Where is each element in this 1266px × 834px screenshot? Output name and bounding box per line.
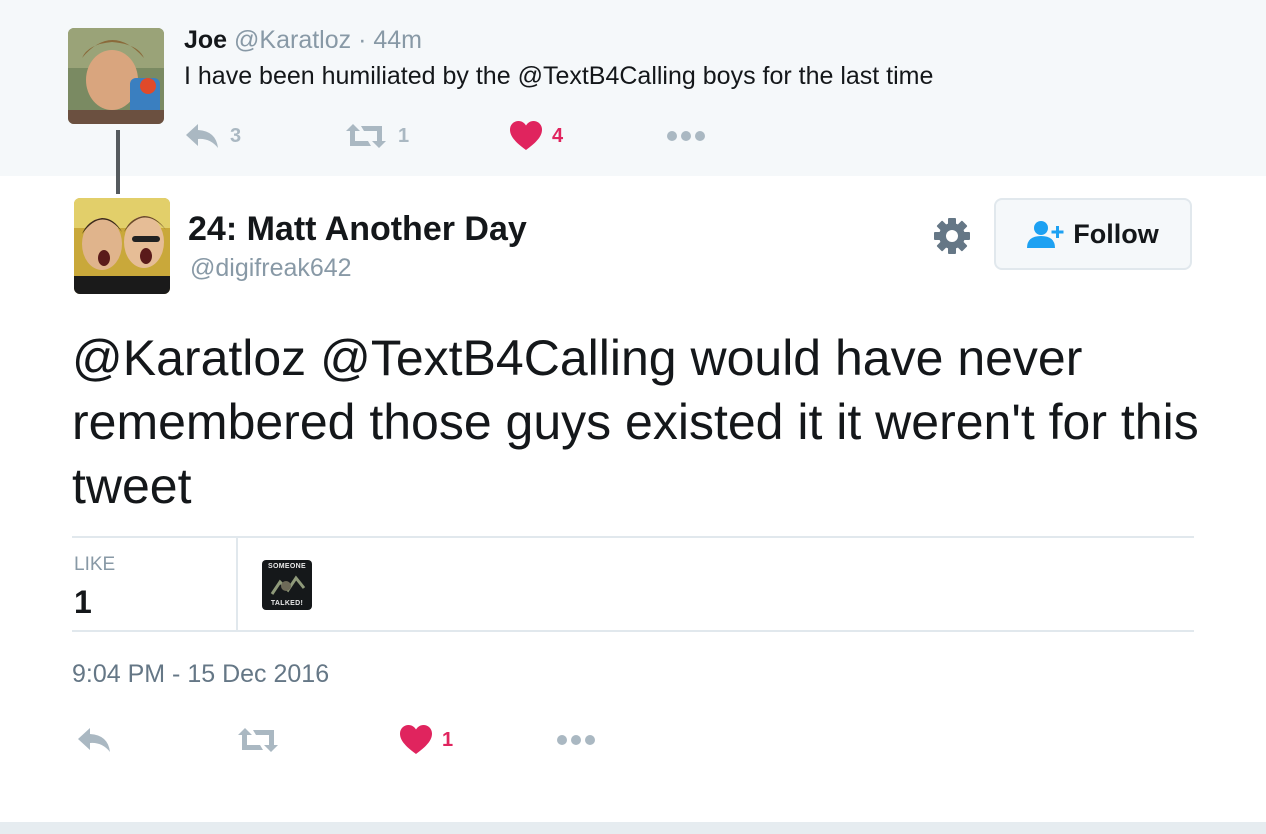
tweet-stats: LIKE 1 SOMEONE TALKED! bbox=[72, 536, 1194, 632]
bottom-divider bbox=[0, 822, 1266, 834]
parent-more-button[interactable] bbox=[666, 118, 706, 154]
liker-avatar[interactable]: SOMEONE TALKED! bbox=[262, 560, 312, 610]
main-tweet-actions: 1 bbox=[72, 722, 672, 762]
parent-author-name[interactable]: Joe bbox=[184, 26, 227, 54]
parent-mention-link[interactable]: @TextB4Calling bbox=[518, 62, 696, 90]
like-stat-label: LIKE bbox=[74, 554, 116, 575]
like-stat[interactable]: LIKE 1 bbox=[72, 538, 238, 630]
heart-icon bbox=[510, 121, 542, 150]
more-icon bbox=[557, 735, 595, 745]
header-separator: · bbox=[358, 26, 367, 54]
parent-reply-button[interactable]: 3 bbox=[184, 118, 241, 154]
parent-tweet-text: I have been humiliated by the @TextB4Cal… bbox=[184, 62, 933, 91]
follow-person-icon bbox=[1027, 221, 1064, 248]
parent-text-after: boys for the last time bbox=[695, 62, 934, 90]
parent-retweet-button[interactable]: 1 bbox=[344, 118, 409, 154]
main-reply-button[interactable] bbox=[76, 722, 112, 758]
heart-icon bbox=[400, 725, 432, 754]
main-more-button[interactable] bbox=[556, 722, 596, 758]
main-mention-2-link[interactable]: @TextB4Calling bbox=[320, 330, 676, 386]
follow-button-label: Follow bbox=[1073, 218, 1159, 249]
parent-author-handle[interactable]: @Karatloz bbox=[234, 26, 351, 54]
reply-icon bbox=[186, 124, 218, 148]
reply-icon bbox=[78, 728, 110, 752]
parent-like-count: 4 bbox=[552, 124, 564, 147]
main-like-count: 1 bbox=[442, 728, 454, 751]
main-mention-1-link[interactable]: @Karatloz bbox=[72, 330, 306, 386]
parent-tweet[interactable]: Joe @Karatloz · 44m I have been humiliat… bbox=[0, 0, 1266, 176]
gear-icon bbox=[934, 218, 970, 254]
retweet-icon bbox=[238, 728, 278, 752]
more-icon bbox=[667, 131, 705, 141]
parent-tweet-actions: 3 1 4 bbox=[184, 118, 744, 154]
main-like-button[interactable]: 1 bbox=[400, 722, 453, 758]
parent-text-before: I have been humiliated by the bbox=[184, 62, 518, 90]
parent-tweet-time[interactable]: 44m bbox=[373, 26, 422, 54]
parent-reply-count: 3 bbox=[230, 124, 242, 147]
parent-like-button[interactable]: 4 bbox=[510, 118, 563, 154]
retweet-icon bbox=[346, 124, 386, 148]
tweet-timestamp[interactable]: 9:04 PM - 15 Dec 2016 bbox=[72, 660, 329, 689]
user-actions-gear-button[interactable] bbox=[932, 216, 972, 256]
main-retweet-button[interactable] bbox=[236, 722, 280, 758]
liker-avatar-bottom-text: TALKED! bbox=[270, 600, 304, 607]
joe-avatar[interactable] bbox=[68, 28, 164, 124]
follow-button[interactable]: Follow bbox=[994, 198, 1192, 270]
matt-avatar[interactable] bbox=[74, 198, 170, 294]
parent-tweet-header: Joe @Karatloz · 44m bbox=[184, 26, 422, 55]
main-tweet-text: @Karatloz @TextB4Calling would have neve… bbox=[72, 326, 1202, 518]
thread-connector-line bbox=[116, 130, 120, 194]
main-author-name[interactable]: 24: Matt Another Day bbox=[188, 210, 527, 249]
parent-retweet-count: 1 bbox=[398, 124, 410, 147]
main-author-handle[interactable]: @digifreak642 bbox=[190, 254, 352, 283]
like-stat-count: 1 bbox=[74, 584, 92, 620]
